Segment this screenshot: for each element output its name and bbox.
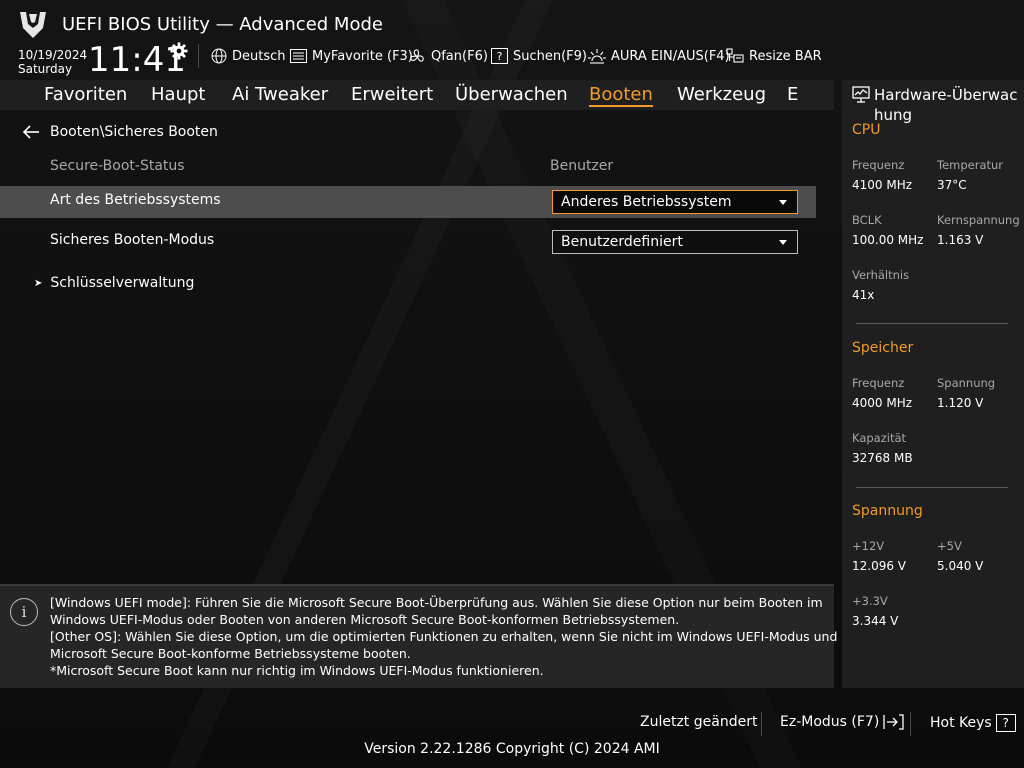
hw-mem-freq-value: 4000 MHz (852, 396, 913, 410)
hw-title-line2: hung (874, 106, 913, 124)
hw-ratio-value: 41x (852, 288, 875, 302)
key-management-label: Schlüsselverwaltung (50, 275, 195, 291)
hw-vcore-label: Kernspannung (937, 213, 1020, 227)
submenu-arrow-icon: ➤ (34, 277, 43, 289)
exit-arrow-icon (883, 714, 904, 730)
ez-mode-button[interactable]: Ez-Modus (F7) (780, 714, 905, 730)
weekday-text: Saturday (18, 62, 73, 76)
help-line: [Other OS]: Wählen Sie diese Option, um … (50, 629, 873, 644)
help-line: [Windows UEFI mode]: Führen Sie die Micr… (50, 595, 823, 610)
secure-boot-mode-dropdown[interactable]: Benutzerdefiniert (552, 230, 798, 254)
tab-erweitert[interactable]: Erweitert (351, 84, 433, 105)
tab-haupt[interactable]: Haupt (151, 84, 205, 105)
hw-vcore-value: 1.163 V (937, 233, 984, 247)
secure-boot-mode-label: Sicheres Booten-Modus (50, 232, 215, 248)
hw-divider (856, 487, 1008, 488)
hw-5v-value: 5.040 V (937, 559, 984, 573)
globe-icon (211, 48, 227, 64)
key-management-item[interactable]: ➤ Schlüsselverwaltung (34, 275, 194, 291)
hot-keys-label: Hot Keys (930, 715, 992, 731)
os-type-dropdown[interactable]: Anderes Betriebssystem (552, 190, 798, 214)
hw-bclk-value: 100.00 MHz (852, 233, 924, 247)
version-text: Version 2.22.1286 Copyright (C) 2024 AMI (364, 741, 660, 757)
hw-12v-value: 12.096 V (852, 559, 907, 573)
hw-ratio-label: Verhältnis (852, 268, 910, 282)
dropdown-caret-icon (779, 200, 787, 205)
hw-cpu-temp-value: 37°C (937, 178, 967, 192)
hw-33v-label: +3.3V (852, 594, 888, 608)
back-arrow-icon[interactable] (22, 125, 40, 139)
hw-mem-freq-label: Frequenz (852, 376, 905, 390)
os-type-label: Art des Betriebssystems (50, 192, 221, 208)
help-line: Windows UEFI-Modus oder Booten von ander… (50, 612, 680, 627)
tab-ai-tweaker[interactable]: Ai Tweaker (232, 84, 328, 105)
main-menu-bar: Favoriten Haupt Ai Tweaker Erweitert Übe… (0, 80, 834, 110)
footer-divider (910, 712, 911, 736)
help-line: *Microsoft Secure Boot kann nur richtig … (50, 663, 544, 678)
aura-button[interactable]: AURA EIN/AUS(F4) (588, 46, 730, 66)
help-text: [Windows UEFI mode]: Führen Sie die Micr… (50, 594, 873, 679)
hw-title-line1: Hardware-Überwac (874, 86, 1018, 104)
resize-bar-icon (726, 48, 744, 63)
myfavorite-label: MyFavorite (F3) (312, 48, 413, 64)
fan-icon (410, 48, 424, 62)
hw-memory-heading: Speicher (852, 340, 914, 356)
resize-bar-button[interactable]: Resize BAR (726, 46, 822, 66)
search-help-icon: ? (491, 48, 508, 64)
hw-voltage-heading: Spannung (852, 503, 923, 519)
tab-overflow[interactable]: E (787, 84, 798, 105)
hardware-monitor-title: Hardware-Überwac hung (852, 85, 1022, 125)
search-label: Suchen(F9) (513, 48, 588, 64)
date-display: 10/19/2024 Saturday (18, 48, 87, 76)
favorite-list-icon (290, 49, 307, 63)
monitor-icon (852, 86, 870, 103)
footer-divider (761, 712, 762, 736)
breadcrumb: Booten\Sicheres Booten (22, 124, 218, 140)
tab-werkzeug[interactable]: Werkzeug (677, 84, 766, 105)
secure-boot-status-value: Benutzer (550, 158, 614, 174)
aura-light-icon (588, 49, 606, 64)
info-icon: i (10, 598, 38, 626)
language-label: Deutsch (232, 48, 286, 64)
myfavorite-button[interactable]: MyFavorite (F3) (290, 46, 413, 66)
secure-boot-mode-value: Benutzerdefiniert (561, 234, 683, 250)
tab-booten[interactable]: Booten (589, 84, 653, 107)
svg-text:?: ? (497, 50, 503, 63)
secure-boot-status-label: Secure-Boot-Status (50, 158, 185, 174)
hw-mem-volt-value: 1.120 V (937, 396, 984, 410)
tab-favoriten[interactable]: Favoriten (44, 84, 127, 105)
hw-divider (856, 323, 1008, 324)
hw-mem-cap-value: 32768 MB (852, 451, 913, 465)
tuf-logo-icon (20, 12, 46, 38)
last-changed-button[interactable]: Zuletzt geändert (640, 714, 757, 730)
tab-ueberwachen[interactable]: Überwachen (455, 84, 568, 105)
hw-bclk-label: BCLK (852, 213, 882, 227)
os-type-value: Anderes Betriebssystem (561, 194, 732, 210)
ez-mode-label: Ez-Modus (F7) (780, 714, 880, 730)
dropdown-caret-icon (779, 240, 787, 245)
help-key-icon: ? (995, 714, 1016, 732)
qfan-button[interactable]: Qfan(F6) (409, 46, 488, 66)
qfan-label: Qfan(F6) (431, 48, 488, 64)
hw-12v-label: +12V (852, 539, 885, 553)
resize-bar-label: Resize BAR (749, 48, 822, 64)
hw-5v-label: +5V (937, 539, 962, 553)
language-button[interactable]: Deutsch (211, 46, 286, 66)
hot-keys-button[interactable]: Hot Keys ? (930, 714, 1016, 732)
gear-icon[interactable] (170, 42, 188, 60)
header-divider (198, 44, 199, 68)
aura-label: AURA EIN/AUS(F4) (611, 48, 730, 64)
hw-mem-volt-label: Spannung (937, 376, 996, 390)
hw-cpu-temp-label: Temperatur (937, 158, 1004, 172)
hw-cpu-freq-value: 4100 MHz (852, 178, 913, 192)
search-button[interactable]: ? Suchen(F9) (491, 46, 587, 66)
breadcrumb-path: Booten\Sicheres Booten (50, 124, 218, 140)
app-title: UEFI BIOS Utility — Advanced Mode (62, 14, 383, 35)
hw-cpu-freq-label: Frequenz (852, 158, 905, 172)
help-line: Microsoft Secure Boot-konforme Betriebss… (50, 646, 411, 661)
hw-33v-value: 3.344 V (852, 614, 899, 628)
hw-cpu-heading: CPU (852, 122, 881, 138)
hw-mem-cap-label: Kapazität (852, 431, 907, 445)
date-text: 10/19/2024 (18, 48, 88, 62)
